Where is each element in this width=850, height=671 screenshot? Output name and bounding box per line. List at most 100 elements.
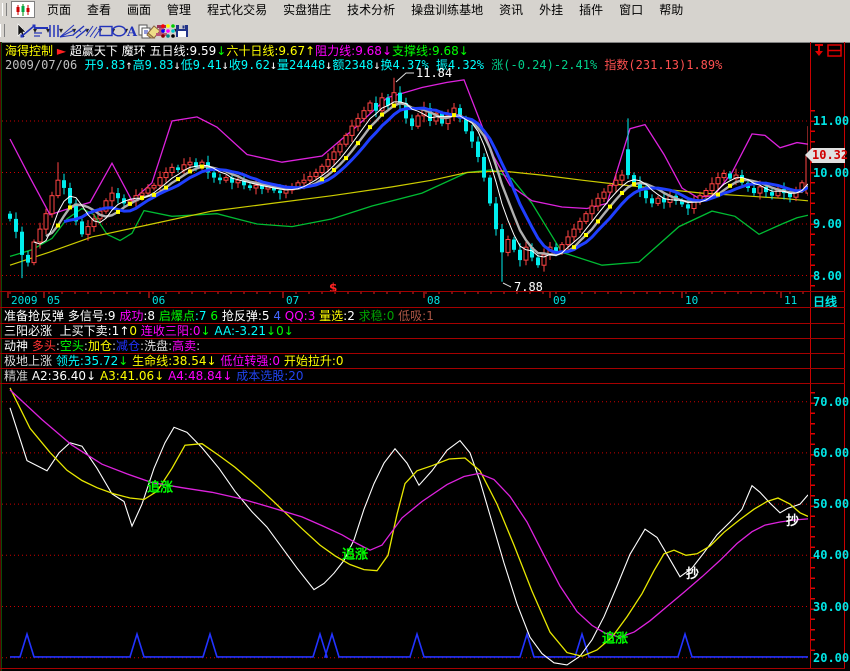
menu-item-技术分析[interactable]: 技术分析 xyxy=(339,0,403,19)
indicator-axis-label: 70.00 xyxy=(813,395,844,409)
text-segment: :8 xyxy=(143,309,159,323)
menu-item-窗口[interactable]: 窗口 xyxy=(611,0,651,19)
toolbar-button-cursor[interactable] xyxy=(8,20,14,42)
menu-item-资讯[interactable]: 资讯 xyxy=(491,0,531,19)
text-segment: 三阳必涨 xyxy=(4,324,60,338)
menubar-grip[interactable] xyxy=(2,3,7,16)
svg-text:抄: 抄 xyxy=(686,566,699,582)
indicator-axis-ticks xyxy=(811,392,815,658)
text-segment: 高卖 xyxy=(172,339,196,353)
anchor-down-icon[interactable] xyxy=(813,44,825,57)
text-segment: 多信号:9 xyxy=(68,309,120,323)
price-axis-label: 9.00 xyxy=(813,217,844,231)
menu-items: 页面查看画面管理程式化交易实盘猎庄技术分析操盘训练基地资讯外挂插件窗口帮助 xyxy=(39,0,691,19)
indicator-axis-label: 30.00 xyxy=(813,600,844,614)
separator-line xyxy=(0,668,845,669)
svg-text:11.84: 11.84 xyxy=(416,66,452,80)
text-segment: 洗盘 xyxy=(144,339,168,353)
text-segment: 4 xyxy=(273,309,284,323)
text-segment: 成功 xyxy=(119,309,143,323)
svg-text:07: 07 xyxy=(286,294,299,307)
separator-line xyxy=(0,368,845,369)
app-logo-icon[interactable] xyxy=(11,1,35,18)
indicator-row-5: 精准 A2:36.40↓ A3:41.06↓ A4:48.84↓ 成本选股:20 xyxy=(4,369,808,383)
separator-line xyxy=(0,338,845,339)
svg-text:10: 10 xyxy=(685,294,698,307)
text-segment: 连收三阳:0 xyxy=(141,324,201,338)
price-axis-ticks xyxy=(811,110,815,290)
text-segment: :7 xyxy=(195,309,211,323)
save-icon xyxy=(173,23,191,39)
text-segment: 领先:35.72 xyxy=(56,354,118,368)
svg-text:06: 06 xyxy=(152,294,165,307)
text-segment: ↑ xyxy=(119,324,129,338)
text-segment: 求稳:0 xyxy=(359,309,399,323)
sub-indicator-chart[interactable]: 追涨追涨追涨抄抄 xyxy=(2,384,808,668)
text-segment: AA:-3.21 xyxy=(214,324,266,338)
svg-text:11: 11 xyxy=(784,294,797,307)
indicator-row-1: 准备抢反弹 多信号:9 成功:8 启爆点:7 6 抢反弹:5 4 QQ:3 量选… xyxy=(4,309,808,323)
svg-text:追涨: 追涨 xyxy=(342,546,368,562)
text-segment: 减仓 xyxy=(116,339,140,353)
main-candlestick-chart[interactable]: 11.847.88$ xyxy=(2,42,808,291)
date-axis: 2009 05 06 07 08 09 10 11 xyxy=(2,291,808,307)
text-segment: 精准 xyxy=(4,369,32,383)
text-segment: 成本选股:20 xyxy=(236,369,303,383)
text-segment: 6 xyxy=(210,309,221,323)
menu-item-实盘猎庄[interactable]: 实盘猎庄 xyxy=(275,0,339,19)
tool-buttons: ▾▾▾▾▾▾▾▾A▾▾▾ xyxy=(7,20,182,42)
svg-text:05: 05 xyxy=(47,294,60,307)
separator-line xyxy=(0,353,845,354)
menu-item-画面[interactable]: 画面 xyxy=(119,0,159,19)
text-segment: 启爆点 xyxy=(159,309,195,323)
text-segment: A4:48.84 xyxy=(168,369,222,383)
menu-item-页面[interactable]: 页面 xyxy=(39,0,79,19)
menu-item-帮助[interactable]: 帮助 xyxy=(651,0,691,19)
price-axis-label: 11.00 xyxy=(813,114,844,128)
text-segment: ↓ xyxy=(118,354,132,368)
menu-item-操盘训练基地[interactable]: 操盘训练基地 xyxy=(403,0,491,19)
menu-item-管理[interactable]: 管理 xyxy=(159,0,199,19)
text-segment: 0 xyxy=(276,324,284,338)
svg-text:7.88: 7.88 xyxy=(514,280,543,291)
text-segment: 加仓 xyxy=(88,339,112,353)
menu-item-外挂[interactable]: 外挂 xyxy=(531,0,571,19)
text-segment: :2 xyxy=(343,309,359,323)
mini-candle-icon xyxy=(15,4,31,16)
text-segment: 多头 xyxy=(32,339,56,353)
toolbar: ▾▾▾▾▾▾▾▾A▾▾▾ xyxy=(0,19,850,43)
separator-line xyxy=(0,307,845,308)
text-segment: ↓ xyxy=(201,324,215,338)
menu-item-插件[interactable]: 插件 xyxy=(571,0,611,19)
text-segment: ↓ xyxy=(222,369,236,383)
text-segment: 开始拉升:0 xyxy=(284,354,344,368)
trading-app-window: 页面查看画面管理程式化交易实盘猎庄技术分析操盘训练基地资讯外挂插件窗口帮助 ▾▾… xyxy=(0,0,850,671)
svg-text:08: 08 xyxy=(427,294,440,307)
indicator-axis-label: 40.00 xyxy=(813,548,844,562)
period-window-icon[interactable] xyxy=(827,44,842,57)
text-segment: 0 xyxy=(129,324,140,338)
toolbar-grip[interactable] xyxy=(0,24,5,37)
svg-text:2009: 2009 xyxy=(11,294,38,307)
text-segment: QQ:3 xyxy=(285,309,319,323)
separator-line xyxy=(0,291,845,292)
text-segment: 极地上涨 xyxy=(4,354,56,368)
indicator-axis-label: 20.00 xyxy=(813,651,844,665)
text-segment: 抢反弹:5 xyxy=(222,309,274,323)
text-segment: A3:41.06 xyxy=(100,369,154,383)
text-segment: 空头 xyxy=(60,339,84,353)
menu-item-程式化交易[interactable]: 程式化交易 xyxy=(199,0,275,19)
text-segment: ↓ xyxy=(266,324,276,338)
svg-text:09: 09 xyxy=(553,294,566,307)
menu-item-查看[interactable]: 查看 xyxy=(79,0,119,19)
menu-bar: 页面查看画面管理程式化交易实盘猎庄技术分析操盘训练基地资讯外挂插件窗口帮助 xyxy=(0,0,850,20)
text-segment: ↓ xyxy=(154,369,168,383)
text-segment: 准备抢反弹 xyxy=(4,309,68,323)
separator-line xyxy=(0,323,845,324)
text-segment: ↓ xyxy=(284,324,294,338)
text-segment: ↓ xyxy=(86,369,100,383)
text-segment: A2:36.40 xyxy=(32,369,86,383)
right-border-line xyxy=(844,42,845,668)
text-segment: 量选 xyxy=(319,309,343,323)
price-axis-label: 8.00 xyxy=(813,269,844,283)
